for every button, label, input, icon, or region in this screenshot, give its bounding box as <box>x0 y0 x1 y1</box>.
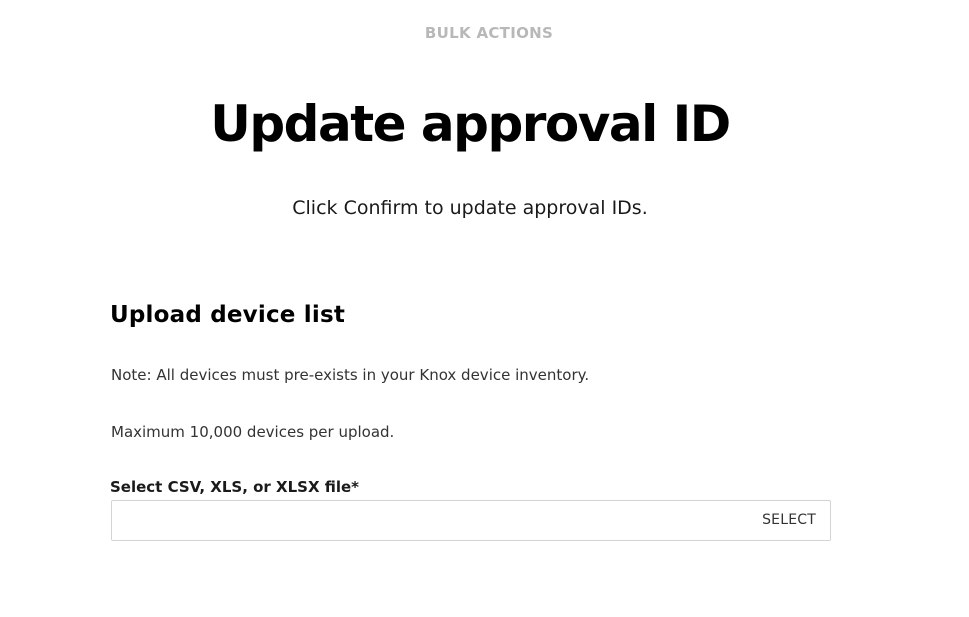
inventory-note: Note: All devices must pre-exists in you… <box>111 366 590 384</box>
page-title: Update approval ID <box>210 95 731 153</box>
upload-section-title: Upload device list <box>110 302 346 328</box>
file-field-label: Select CSV, XLS, or XLSX file* <box>110 478 360 496</box>
page-eyebrow: BULK ACTIONS <box>424 24 554 42</box>
file-select-field[interactable]: SELECT <box>111 500 831 541</box>
bulk-actions-page: BULK ACTIONS Update approval ID Click Co… <box>0 0 969 617</box>
max-devices-note: Maximum 10,000 devices per upload. <box>111 423 395 441</box>
select-file-button[interactable]: SELECT <box>762 501 816 540</box>
page-subtitle: Click Confirm to update approval IDs. <box>292 197 648 219</box>
file-name-input[interactable] <box>120 501 740 540</box>
